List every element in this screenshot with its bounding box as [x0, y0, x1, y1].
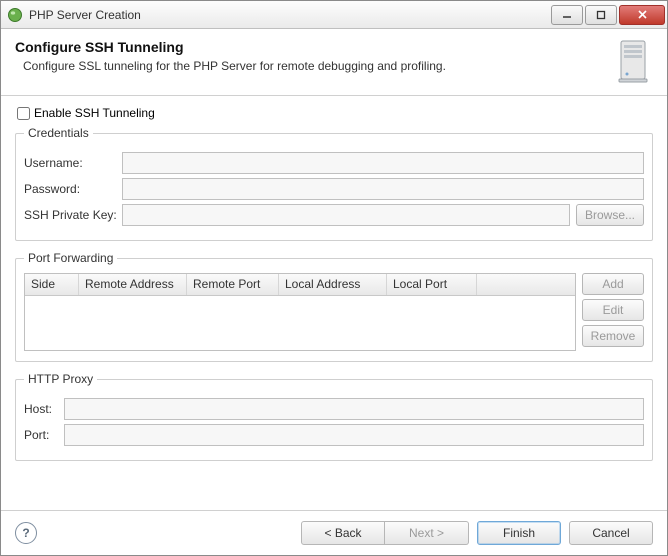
- back-button[interactable]: < Back: [301, 521, 385, 545]
- app-icon: [7, 7, 23, 23]
- proxy-host-label: Host:: [24, 402, 64, 416]
- maximize-button[interactable]: [585, 5, 617, 25]
- table-header: Side Remote Address Remote Port Local Ad…: [25, 274, 575, 296]
- credentials-group: Credentials Username: Password: SSH Priv…: [15, 126, 653, 241]
- wizard-banner: Configure SSH Tunneling Configure SSL tu…: [1, 29, 667, 96]
- minimize-button[interactable]: [551, 5, 583, 25]
- col-remote-port[interactable]: Remote Port: [187, 274, 279, 295]
- next-button[interactable]: Next >: [385, 521, 469, 545]
- col-remote-address[interactable]: Remote Address: [79, 274, 187, 295]
- browse-button[interactable]: Browse...: [576, 204, 644, 226]
- port-forwarding-table[interactable]: Side Remote Address Remote Port Local Ad…: [24, 273, 576, 351]
- credentials-legend: Credentials: [24, 126, 93, 140]
- window-title: PHP Server Creation: [29, 8, 549, 22]
- port-forwarding-group: Port Forwarding Side Remote Address Remo…: [15, 251, 653, 362]
- remove-button[interactable]: Remove: [582, 325, 644, 347]
- col-side[interactable]: Side: [25, 274, 79, 295]
- close-button[interactable]: [619, 5, 665, 25]
- banner-description: Configure SSL tunneling for the PHP Serv…: [23, 59, 605, 73]
- footer: ? < Back Next > Finish Cancel: [1, 510, 667, 555]
- col-local-port[interactable]: Local Port: [387, 274, 477, 295]
- titlebar: PHP Server Creation: [1, 1, 667, 29]
- enable-ssh-label: Enable SSH Tunneling: [34, 106, 155, 120]
- banner-title: Configure SSH Tunneling: [15, 39, 605, 55]
- add-button[interactable]: Add: [582, 273, 644, 295]
- username-label: Username:: [24, 156, 122, 170]
- http-proxy-legend: HTTP Proxy: [24, 372, 97, 386]
- cancel-button[interactable]: Cancel: [569, 521, 653, 545]
- content-area: Enable SSH Tunneling Credentials Usernam…: [1, 96, 667, 510]
- password-field[interactable]: [122, 178, 644, 200]
- ssh-key-label: SSH Private Key:: [24, 208, 122, 222]
- proxy-host-field[interactable]: [64, 398, 644, 420]
- port-forwarding-legend: Port Forwarding: [24, 251, 117, 265]
- password-label: Password:: [24, 182, 122, 196]
- ssh-key-field[interactable]: [122, 204, 570, 226]
- edit-button[interactable]: Edit: [582, 299, 644, 321]
- username-field[interactable]: [122, 152, 644, 174]
- help-icon[interactable]: ?: [15, 522, 37, 544]
- dialog-window: PHP Server Creation Configure SSH Tunnel…: [0, 0, 668, 556]
- col-local-address[interactable]: Local Address: [279, 274, 387, 295]
- server-icon: [613, 39, 653, 81]
- http-proxy-group: HTTP Proxy Host: Port:: [15, 372, 653, 461]
- proxy-port-field[interactable]: [64, 424, 644, 446]
- enable-ssh-checkbox[interactable]: [17, 107, 30, 120]
- proxy-port-label: Port:: [24, 428, 64, 442]
- finish-button[interactable]: Finish: [477, 521, 561, 545]
